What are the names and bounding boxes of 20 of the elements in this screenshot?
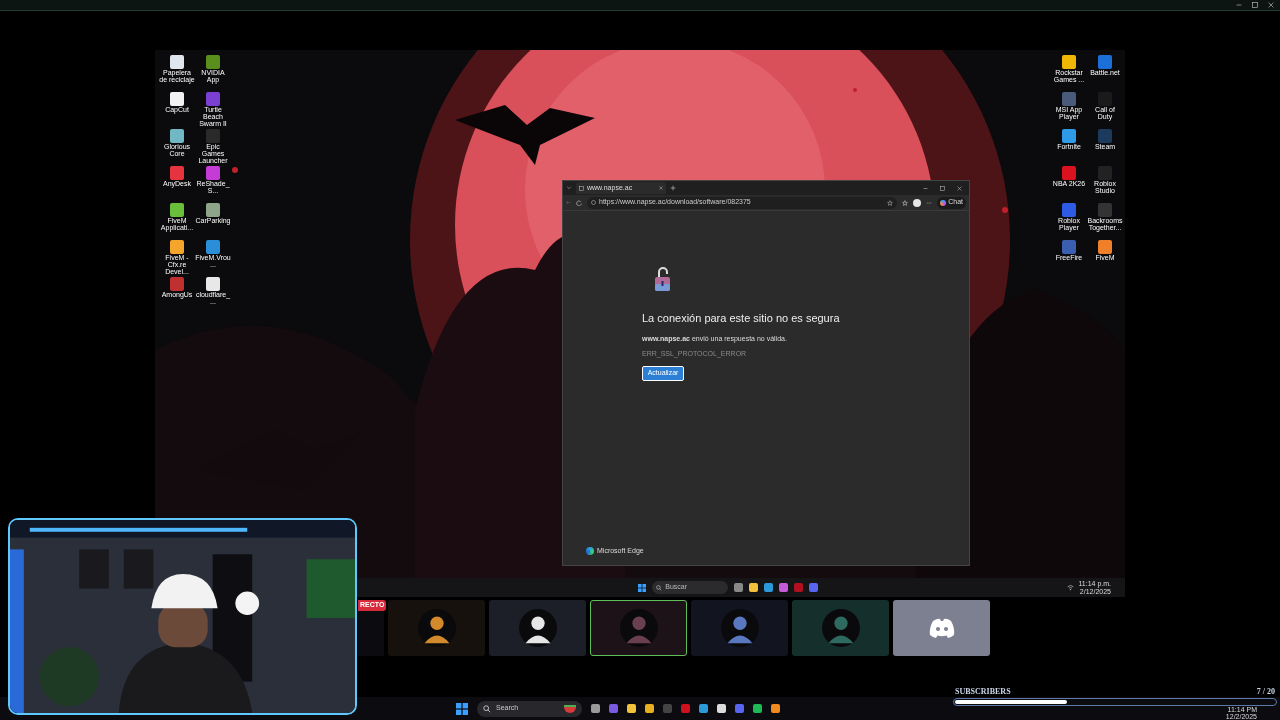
user-avatar bbox=[619, 609, 658, 647]
subscribers-label: SUBSCRIBERS bbox=[955, 686, 1011, 698]
maximize-icon[interactable] bbox=[1252, 2, 1258, 8]
participant-tile[interactable] bbox=[388, 600, 485, 656]
search-icon bbox=[483, 704, 491, 713]
discord-logo-icon bbox=[928, 618, 955, 638]
user-avatar bbox=[821, 609, 860, 647]
melon-icon bbox=[564, 704, 576, 713]
windows-icon[interactable] bbox=[456, 702, 468, 715]
participant-tile[interactable] bbox=[792, 600, 889, 656]
participant-tile[interactable] bbox=[893, 600, 990, 656]
minimize-icon[interactable] bbox=[1236, 2, 1242, 8]
user-avatar bbox=[417, 609, 456, 647]
user-avatar bbox=[720, 609, 759, 647]
close-icon[interactable] bbox=[1268, 2, 1274, 8]
participant-tile[interactable] bbox=[691, 600, 788, 656]
participant-tile[interactable] bbox=[489, 600, 586, 656]
subscriber-count: 7 / 20 bbox=[1256, 686, 1275, 698]
participant-tile[interactable] bbox=[590, 600, 687, 656]
user-avatar bbox=[518, 609, 557, 647]
